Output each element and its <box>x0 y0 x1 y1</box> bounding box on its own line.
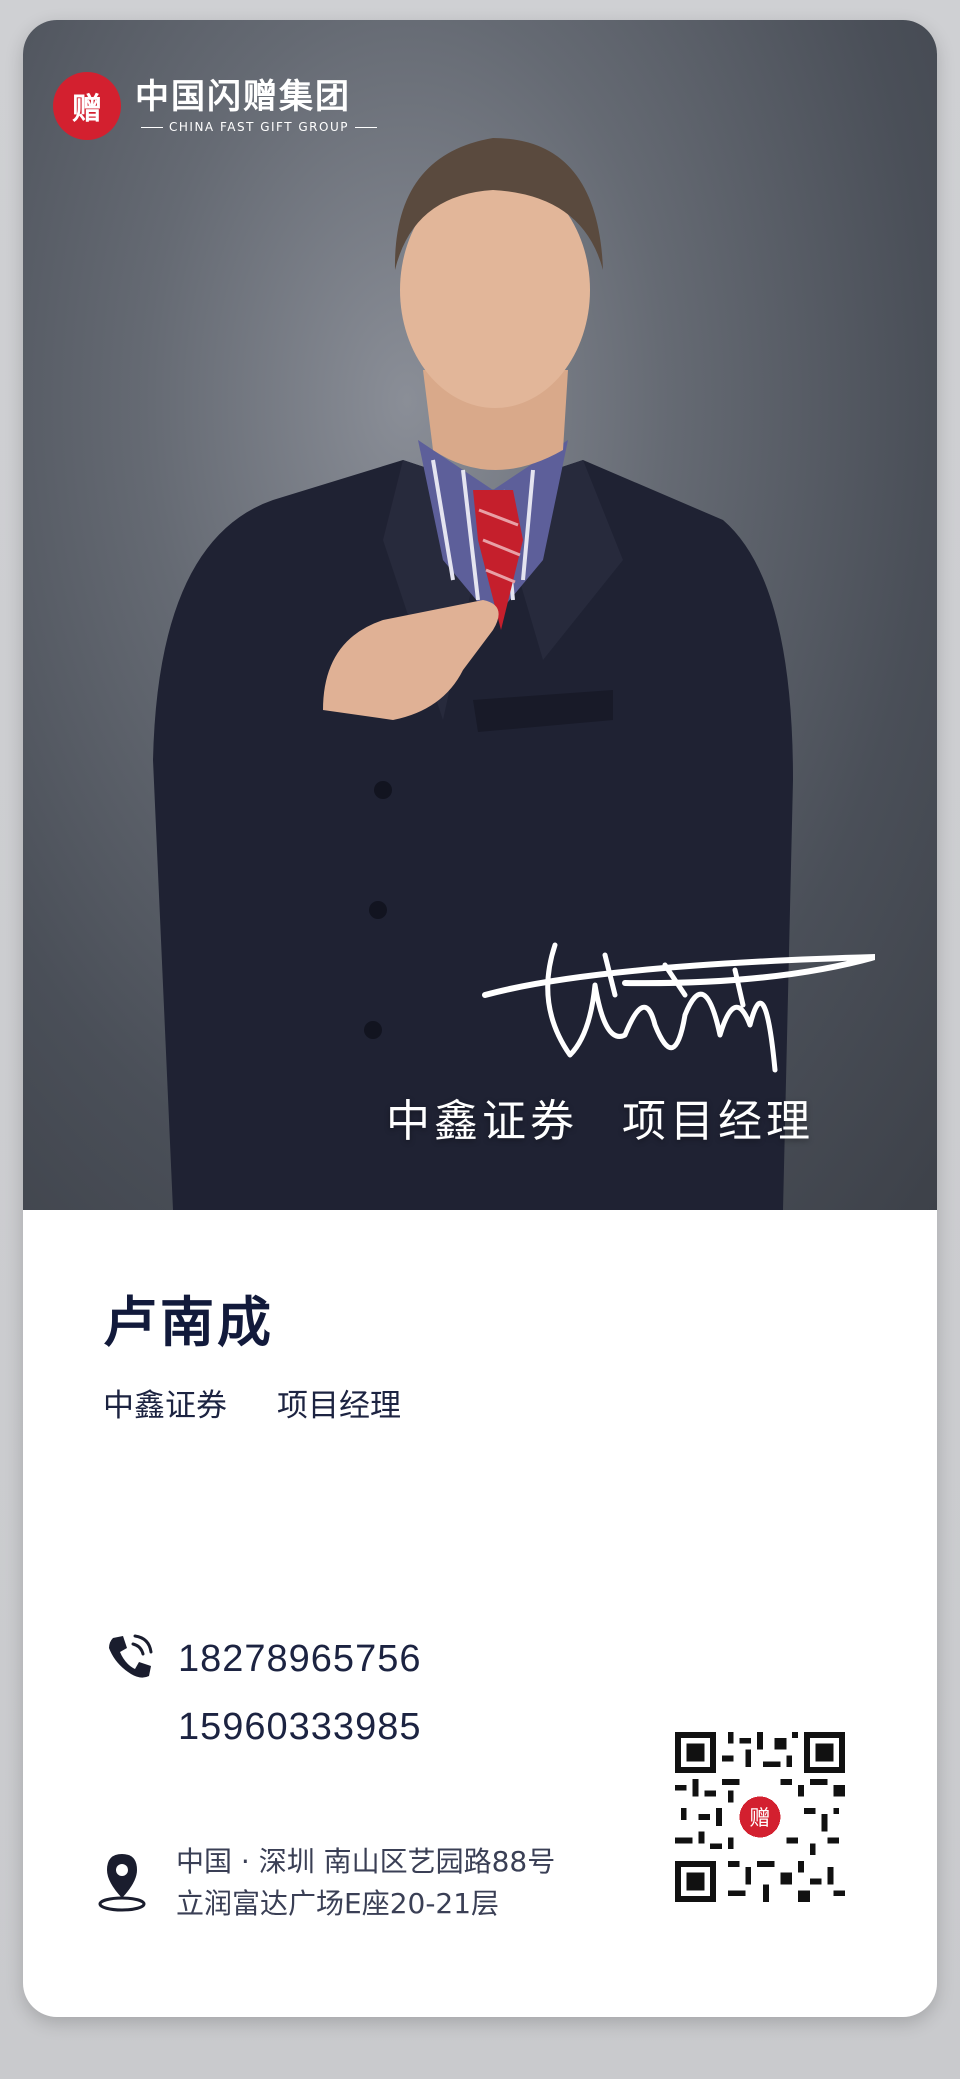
portrait-photo: 赠 中国闪赠集团 CHINA FAST GIFT GROUP 中鑫证券 项目经理 <box>23 20 937 1210</box>
address-line-2: 立润富达广场E座20-21层 <box>176 1887 500 1920</box>
photo-caption-company: 中鑫证券 <box>386 1096 578 1147</box>
address-line-1: 中国 · 深圳 南山区艺园路88号 <box>176 1845 556 1878</box>
handwritten-signature <box>482 942 875 1073</box>
business-card: 赠 中国闪赠集团 CHINA FAST GIFT GROUP 中鑫证券 项目经理 … <box>23 20 937 2017</box>
photo-caption-role: 项目经理 <box>622 1096 814 1147</box>
phone-number-secondary[interactable]: 15960333985 <box>178 1706 421 1749</box>
qr-code-icon[interactable]: 赠 <box>675 1732 845 1902</box>
brand-name-en: CHINA FAST GIFT GROUP <box>135 120 383 134</box>
person-title: 中鑫证券 项目经理 <box>103 1380 401 1425</box>
location-pin-icon <box>98 1854 146 1912</box>
company-name: 中鑫证券 <box>103 1388 227 1424</box>
qr-center-logo: 赠 <box>749 1805 770 1830</box>
brand-seal-icon: 赠 <box>53 72 121 140</box>
phone-number-primary[interactable]: 18278965756 <box>178 1638 421 1681</box>
job-role: 项目经理 <box>277 1388 401 1424</box>
brand-name-cn: 中国闪赠集团 <box>135 77 351 117</box>
person-name: 卢南成 <box>103 1291 274 1354</box>
phone-icon <box>109 1634 153 1678</box>
brand-wordmark: 中国闪赠集团 CHINA FAST GIFT GROUP <box>135 78 383 134</box>
photo-caption: 中鑫证券 项目经理 <box>386 1085 814 1149</box>
brand-logo: 赠 中国闪赠集团 CHINA FAST GIFT GROUP <box>53 72 383 140</box>
